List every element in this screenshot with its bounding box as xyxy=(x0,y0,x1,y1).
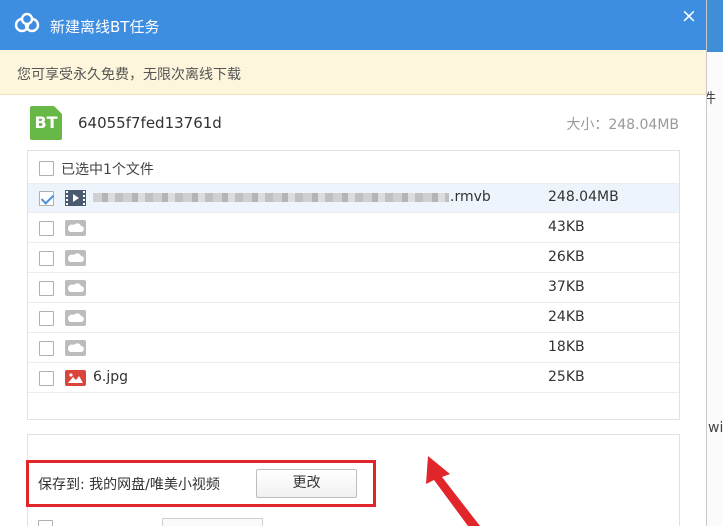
background-text-bottom: wir xyxy=(708,420,723,436)
close-icon: × xyxy=(681,5,697,27)
file-name: 6.jpg xyxy=(93,369,129,385)
file-row[interactable]: 37KB xyxy=(28,274,679,303)
file-size: 24KB xyxy=(548,309,585,325)
torrent-name: 64055f7fed13761d xyxy=(78,114,222,132)
file-row[interactable]: 24KB xyxy=(28,304,679,333)
file-size: 248.04MB xyxy=(548,189,619,205)
file-extension: .rmvb xyxy=(450,189,491,205)
select-all-checkbox[interactable] xyxy=(39,161,54,176)
red-arrow-annotation xyxy=(426,456,480,526)
notice-bar: 您可享受永久免费，无限次离线下载 xyxy=(0,50,706,95)
torrent-size: 大小：248.04MB xyxy=(566,117,679,133)
title-bar[interactable]: 新建离线BT任务 × xyxy=(0,0,706,50)
cloud-file-icon xyxy=(65,340,86,356)
file-checkbox[interactable] xyxy=(39,371,54,386)
cloud-file-icon xyxy=(65,310,86,326)
file-list-panel: 已选中1个文件 .rmvb 248.04MB 43KB 26KB 37KB 24… xyxy=(27,150,680,420)
file-list-header: 已选中1个文件 xyxy=(28,151,679,184)
image-file-icon xyxy=(65,370,86,386)
file-name: .rmvb xyxy=(93,189,491,205)
file-checkbox[interactable] xyxy=(39,191,54,206)
selected-count-label: 已选中1个文件 xyxy=(61,162,154,178)
video-file-icon xyxy=(65,190,86,206)
bottom-button[interactable] xyxy=(162,518,263,526)
cloud-file-icon xyxy=(65,220,86,236)
new-bt-task-dialog: 新建离线BT任务 × 您可享受永久免费，无限次离线下载 BT 64055f7fe… xyxy=(0,0,707,526)
file-checkbox[interactable] xyxy=(39,281,54,296)
close-button[interactable]: × xyxy=(678,5,700,27)
notice-text: 您可享受永久免费，无限次离线下载 xyxy=(17,67,241,83)
dialog-title: 新建离线BT任务 xyxy=(50,18,160,36)
file-size: 43KB xyxy=(548,219,585,235)
file-size: 37KB xyxy=(548,279,585,295)
redacted-name xyxy=(93,192,449,202)
bt-file-icon: BT xyxy=(30,106,62,140)
cloud-file-icon xyxy=(65,280,86,296)
option-checkbox[interactable] xyxy=(38,520,53,526)
file-row[interactable]: 18KB xyxy=(28,334,679,363)
cloud-file-icon xyxy=(65,250,86,266)
file-checkbox[interactable] xyxy=(39,251,54,266)
file-row[interactable]: 6.jpg 25KB xyxy=(28,364,679,393)
change-path-button[interactable]: 更改 xyxy=(256,469,357,498)
file-row[interactable]: .rmvb 248.04MB xyxy=(28,184,679,213)
save-path-label: 保存到: 我的网盘/唯美小视频 xyxy=(38,477,220,493)
file-checkbox[interactable] xyxy=(39,341,54,356)
file-row[interactable]: 43KB xyxy=(28,214,679,243)
cloud-logo-icon xyxy=(14,12,40,33)
file-row[interactable]: 26KB xyxy=(28,244,679,273)
file-checkbox[interactable] xyxy=(39,221,54,236)
file-checkbox[interactable] xyxy=(39,311,54,326)
file-size: 26KB xyxy=(548,249,585,265)
file-size: 18KB xyxy=(548,339,585,355)
file-size: 25KB xyxy=(548,369,585,385)
